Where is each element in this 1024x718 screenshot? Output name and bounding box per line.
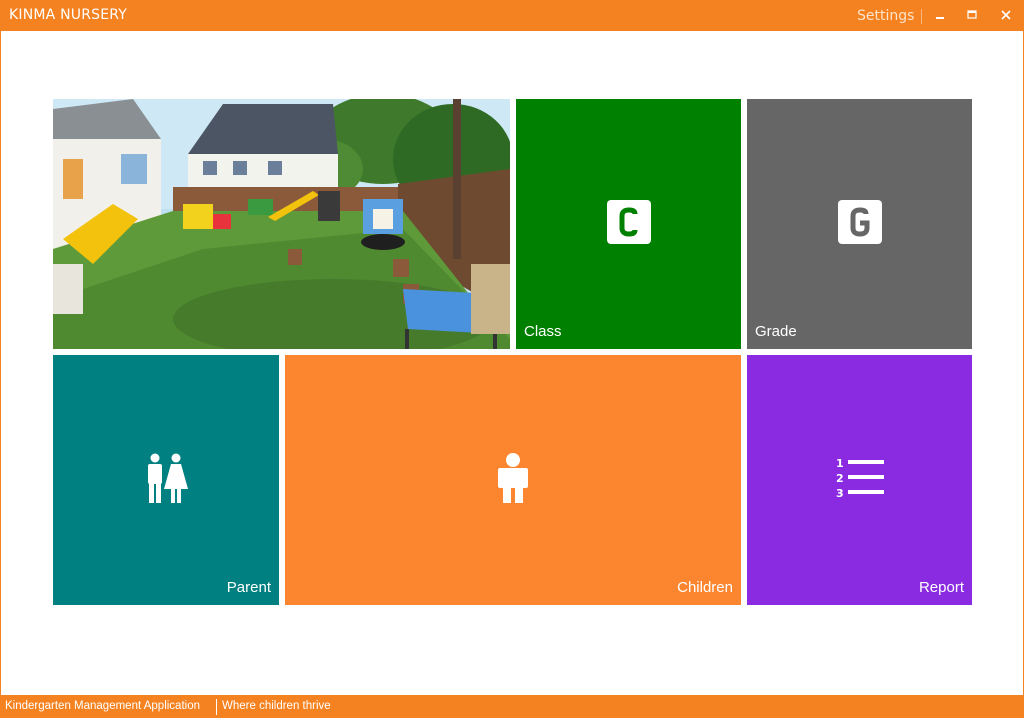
class-label: Class	[524, 323, 562, 340]
parent-tile[interactable]: Parent	[53, 355, 279, 605]
maximize-icon	[967, 10, 977, 19]
children-tile[interactable]: Children	[285, 355, 741, 605]
report-label: Report	[918, 579, 964, 596]
app-window: KINMA NURSERY Settings Class Grade Paren…	[0, 0, 1024, 718]
title-bar[interactable]: KINMA NURSERY Settings	[1, 0, 1023, 31]
status-tagline: Where children thrive	[222, 700, 331, 712]
svg-text:2: 2	[836, 472, 844, 485]
numbered-list-icon: 1 2 3	[836, 457, 884, 503]
nursery-photo	[53, 99, 510, 349]
close-icon	[1001, 10, 1011, 20]
close-button[interactable]	[993, 4, 1019, 26]
settings-button[interactable]: Settings	[857, 8, 914, 24]
class-tile[interactable]: Class	[516, 99, 741, 349]
status-separator	[216, 699, 217, 715]
svg-text:1: 1	[836, 457, 844, 470]
playground-illustration	[53, 99, 510, 349]
svg-text:3: 3	[836, 487, 844, 499]
status-bar: Kindergarten Management Application Wher…	[1, 695, 1023, 718]
title-separator	[921, 9, 922, 24]
grade-tile[interactable]: Grade	[747, 99, 972, 349]
letter-g-icon	[837, 200, 882, 248]
parent-label: Parent	[226, 579, 271, 596]
children-label: Children	[677, 579, 733, 596]
minimize-button[interactable]	[927, 4, 953, 26]
app-title: KINMA NURSERY	[9, 7, 128, 23]
child-icon	[497, 453, 529, 507]
minimize-icon	[936, 17, 944, 19]
status-app-name: Kindergarten Management Application	[5, 700, 200, 712]
parents-icon	[144, 453, 188, 507]
report-tile[interactable]: 1 2 3 Report	[747, 355, 972, 605]
maximize-button[interactable]	[959, 4, 985, 26]
letter-c-icon	[606, 200, 651, 248]
grade-label: Grade	[755, 323, 797, 340]
